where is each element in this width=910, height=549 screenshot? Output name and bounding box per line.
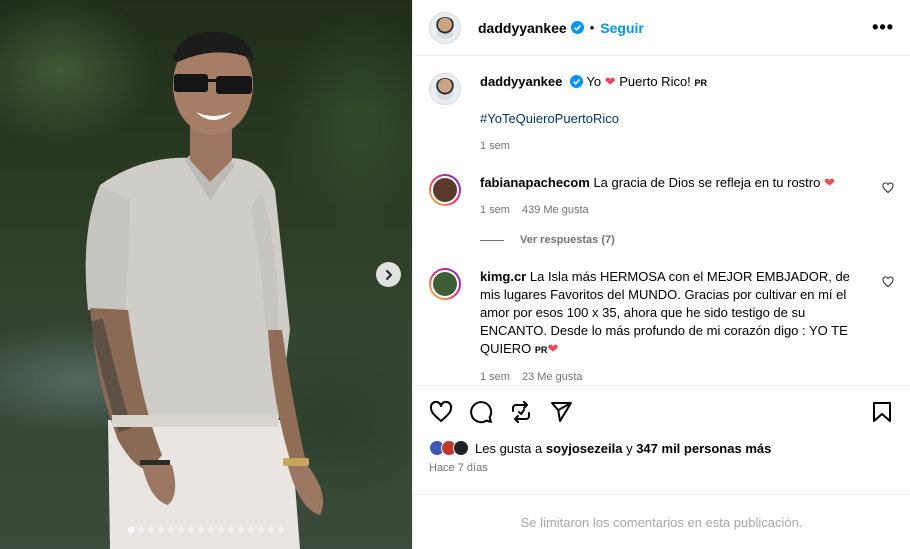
post-caption: daddyyankee Yo ❤ Puerto Rico! PR #YoTeQu… — [429, 73, 894, 152]
carousel-dot — [278, 527, 284, 533]
comment-username[interactable]: fabianapachecom — [480, 175, 590, 190]
caption-suffix: Puerto Rico! — [619, 74, 691, 89]
pink-heart-emoji-icon: ❤ — [547, 341, 559, 356]
carousel-dot — [238, 527, 244, 533]
author-avatar[interactable] — [429, 11, 461, 44]
author-username[interactable]: daddyyankee — [478, 20, 567, 36]
comment-username[interactable]: kimg.cr — [480, 269, 526, 284]
comment-meta: 1 sem 439 Me gusta — [480, 204, 864, 216]
comment-button[interactable] — [469, 400, 493, 424]
share-button[interactable] — [549, 400, 573, 424]
share-icon — [551, 402, 572, 422]
caption-hashtag-link[interactable]: #YoTeQuieroPuertoRico — [480, 110, 894, 128]
comment-like-heart-icon[interactable] — [882, 276, 894, 288]
caption-meta: 1 sem — [480, 140, 894, 152]
carousel-dot — [128, 527, 134, 533]
carousel-dot — [158, 527, 164, 533]
action-bar — [429, 398, 894, 426]
likes-prefix: Les gusta a — [475, 440, 543, 456]
caption-text-line: daddyyankee Yo ❤ Puerto Rico! PR — [480, 73, 894, 92]
carousel-dot — [268, 527, 274, 533]
carousel-dot — [218, 527, 224, 533]
post-actions: Les gusta a soyjosezeila y 347 mil perso… — [413, 385, 910, 474]
comment-text: La gracia de Dios se refleja en tu rostr… — [593, 175, 821, 190]
comment-item: kimg.cr La Isla más HERMOSA con el MEJOR… — [429, 268, 894, 383]
verified-badge-icon — [570, 75, 583, 88]
carousel-dot — [168, 527, 174, 533]
caption-time[interactable]: 1 sem — [480, 140, 510, 152]
post-details-panel: daddyyankee • Seguir ••• daddyyankee Yo … — [412, 0, 910, 549]
post-photo — [0, 0, 412, 549]
commenter-avatar[interactable] — [429, 174, 461, 206]
carousel-dot — [228, 527, 234, 533]
view-replies-label: Ver respuestas (7) — [520, 234, 615, 246]
like-button[interactable] — [429, 400, 453, 424]
carousel-dot — [188, 527, 194, 533]
commenter-avatar[interactable] — [429, 268, 461, 300]
bookmark-icon — [873, 402, 891, 422]
comment-text-line: kimg.cr La Isla más HERMOSA con el MEJOR… — [480, 268, 864, 359]
carousel-dot — [208, 527, 214, 533]
carousel-dot — [138, 527, 144, 533]
liker-avatars[interactable] — [429, 440, 469, 456]
comment-item: fabianapachecom La gracia de Dios se ref… — [429, 174, 894, 216]
carousel-next-button[interactable] — [376, 262, 401, 287]
comment-text: La Isla más HERMOSA con el MEJOR EMBJADO… — [480, 269, 850, 356]
pr-flag-badge: PR — [534, 345, 548, 355]
comment-time[interactable]: 1 sem — [480, 371, 510, 383]
post-header: daddyyankee • Seguir ••• — [413, 0, 910, 56]
verified-badge-icon — [570, 21, 584, 34]
header-separator: • — [589, 20, 595, 35]
chevron-right-icon — [385, 269, 392, 280]
comment-like-heart-icon[interactable] — [882, 182, 894, 194]
more-options-button[interactable]: ••• — [872, 17, 894, 38]
carousel-dot — [258, 527, 264, 533]
repost-icon — [512, 401, 530, 423]
carousel-dot — [248, 527, 254, 533]
carousel-dot — [178, 527, 184, 533]
heart-icon — [429, 400, 453, 422]
caption-username[interactable]: daddyyankee — [480, 74, 562, 89]
comments-limited-notice: Se limitaron los comentarios en esta pub… — [413, 494, 910, 549]
author-avatar[interactable] — [429, 73, 461, 105]
likes-summary: Les gusta a soyjosezeila y 347 mil perso… — [429, 440, 894, 456]
likes-user[interactable]: soyjosezeila — [546, 441, 623, 456]
comments-scroll-area[interactable]: daddyyankee Yo ❤ Puerto Rico! PR #YoTeQu… — [413, 57, 910, 385]
comment-time[interactable]: 1 sem — [480, 204, 510, 216]
pr-flag-badge: PR — [694, 78, 707, 88]
likes-connector: y — [626, 440, 633, 456]
comment-likes[interactable]: 439 Me gusta — [522, 204, 589, 216]
comment-likes[interactable]: 23 Me gusta — [522, 371, 583, 383]
carousel-dot — [148, 527, 154, 533]
view-replies-button[interactable]: Ver respuestas (7) — [480, 234, 894, 246]
red-heart-emoji-icon: ❤ — [604, 74, 616, 89]
comment-text-line: fabianapachecom La gracia de Dios se ref… — [480, 174, 864, 192]
pink-heart-emoji-icon: ❤ — [823, 175, 835, 190]
replies-divider-line — [480, 239, 504, 241]
photo-subject — [85, 31, 324, 549]
likes-others[interactable]: 347 mil personas más — [636, 441, 771, 456]
carousel-indicator — [128, 527, 284, 533]
follow-button[interactable]: Seguir — [600, 20, 644, 36]
comment-icon — [470, 401, 493, 424]
repost-button[interactable] — [509, 400, 533, 424]
carousel-dot — [198, 527, 204, 533]
comment-meta: 1 sem 23 Me gusta — [480, 371, 864, 383]
post-date[interactable]: Hace 7 días — [429, 462, 894, 474]
liker-avatar — [453, 440, 469, 456]
caption-prefix: Yo — [586, 74, 602, 89]
save-button[interactable] — [870, 400, 894, 424]
